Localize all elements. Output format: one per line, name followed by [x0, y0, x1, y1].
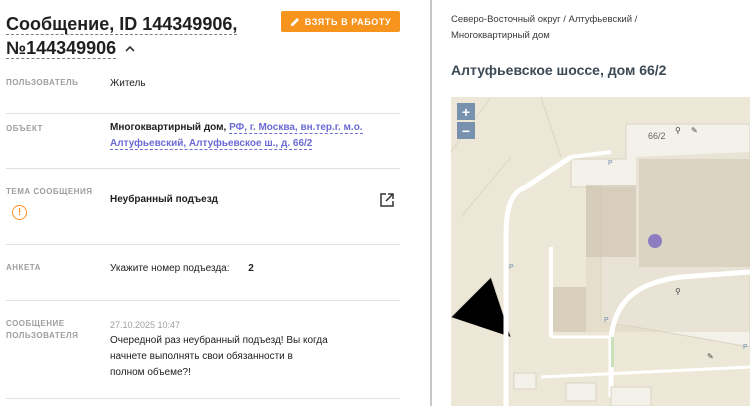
message-panel: Сообщение, ID 144349906, №144349906 ВЗЯТ…	[0, 0, 420, 406]
take-to-work-button[interactable]: ВЗЯТЬ В РАБОТУ	[281, 11, 400, 32]
title-line-2: №144349906	[6, 38, 117, 59]
field-form-value: Укажите номер подъезда: 2	[110, 261, 254, 277]
pencil-icon	[290, 17, 299, 26]
zoom-in-button[interactable]: +	[457, 103, 475, 120]
svg-text:P: P	[604, 317, 609, 324]
page-title: Сообщение, ID 144349906, №144349906	[6, 12, 276, 60]
field-topic-label: ТЕМА СООБЩЕНИЯ	[6, 187, 93, 196]
message-text: Очередной раз неубранный подъезд! Вы ког…	[110, 335, 328, 378]
svg-text:P: P	[743, 344, 748, 351]
svg-text:⚲: ⚲	[675, 287, 681, 296]
svg-text:P: P	[509, 264, 514, 271]
form-answer: 2	[248, 263, 254, 274]
warning-icon: !	[12, 205, 27, 220]
field-topic: ТЕМА СООБЩЕНИЯ ! Неубранный подъезд	[6, 169, 400, 245]
field-form: АНКЕТА Укажите номер подъезда: 2	[6, 245, 400, 301]
field-message-label: СООБЩЕНИЕ ПОЛЬЗОВАТЕЛЯ	[6, 319, 79, 340]
form-question: Укажите номер подъезда:	[110, 263, 230, 274]
svg-text:✎: ✎	[707, 352, 714, 361]
field-object-value: Многоквартирный дом, РФ, г. Москва, вн.т…	[110, 120, 372, 152]
map-view[interactable]: P P P P ⚲ ✎ ⚲ ⚲ ✎ 66/2 + −	[451, 97, 750, 406]
map-panel: Северо-Восточный округ / Алтуфьевский / …	[432, 0, 750, 406]
field-topic-value: Неубранный подъезд	[110, 194, 219, 205]
svg-text:⚲: ⚲	[675, 126, 681, 135]
message-timestamp: 27.10.2025 10:47	[110, 320, 181, 330]
field-object: ОБЪЕКТ Многоквартирный дом, РФ, г. Москв…	[6, 114, 400, 169]
object-type: Многоквартирный дом,	[110, 122, 227, 133]
field-user: ПОЛЬЗОВАТЕЛЬ Житель	[6, 72, 400, 114]
field-user-label: ПОЛЬЗОВАТЕЛЬ	[6, 78, 79, 87]
map-address-title: Алтуфьевское шоссе, дом 66/2	[451, 62, 667, 78]
svg-text:✎: ✎	[691, 126, 698, 135]
chevron-up-icon[interactable]	[125, 36, 135, 60]
external-link-icon[interactable]	[380, 193, 394, 207]
take-to-work-label: ВЗЯТЬ В РАБОТУ	[304, 16, 392, 27]
field-object-label: ОБЪЕКТ	[6, 124, 43, 133]
map-building-label: 66/2	[648, 131, 666, 141]
svg-text:P: P	[608, 160, 613, 167]
field-user-value: Житель	[110, 78, 146, 89]
field-message: СООБЩЕНИЕ ПОЛЬЗОВАТЕЛЯ 27.10.2025 10:47 …	[6, 301, 400, 399]
title-line-1: Сообщение, ID 144349906,	[6, 14, 238, 35]
field-form-label: АНКЕТА	[6, 263, 41, 272]
breadcrumb: Северо-Восточный округ / Алтуфьевский / …	[451, 14, 638, 41]
map-zoom-controls: + −	[457, 103, 475, 139]
zoom-out-button[interactable]: −	[457, 122, 475, 139]
